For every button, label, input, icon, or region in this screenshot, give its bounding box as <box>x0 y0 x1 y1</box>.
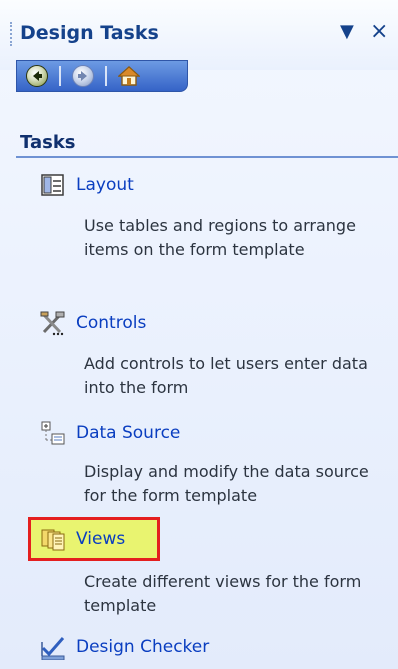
task-layout[interactable]: Layout <box>40 172 134 198</box>
back-button[interactable] <box>25 64 49 88</box>
layout-icon <box>40 172 66 198</box>
task-layout-description: Use tables and regions to arrange items … <box>84 216 356 259</box>
task-controls-label: Controls <box>76 313 147 333</box>
forward-arrow-icon <box>72 65 94 87</box>
data-source-icon <box>40 420 66 446</box>
back-arrow-icon <box>26 65 48 87</box>
home-icon <box>118 66 140 86</box>
task-data-source-label: Data Source <box>76 423 181 443</box>
task-data-source-description: Display and modify the data source for t… <box>84 462 369 505</box>
forward-button[interactable] <box>71 64 95 88</box>
design-checker-icon <box>40 634 66 661</box>
nav-separator <box>59 66 61 86</box>
views-icon <box>40 526 66 552</box>
task-controls-description: Add controls to let users enter data int… <box>84 354 368 397</box>
task-design-checker[interactable]: Design Checker <box>40 634 210 661</box>
task-views-label: Views <box>76 529 126 549</box>
task-controls[interactable]: Controls <box>40 310 146 336</box>
pane-options-dropdown-icon[interactable]: ▼ <box>340 20 354 44</box>
home-button[interactable] <box>117 64 141 88</box>
pane-grip-handle[interactable] <box>10 22 16 46</box>
task-data-source[interactable]: Data Source <box>40 420 180 446</box>
tasks-section-title: Tasks <box>20 132 76 153</box>
nav-separator <box>105 66 107 86</box>
pane-navigation-bar <box>16 60 188 92</box>
pane-title: Design Tasks <box>20 22 159 44</box>
task-views[interactable]: Views <box>40 526 125 552</box>
task-design-checker-label: Design Checker <box>76 637 210 657</box>
task-views-description: Create different views for the form temp… <box>84 572 362 615</box>
design-tasks-pane: Design Tasks ▼ × Tasks Layout Use tables… <box>0 0 398 669</box>
pane-close-icon[interactable]: × <box>370 20 388 44</box>
controls-icon <box>40 310 66 336</box>
task-layout-label: Layout <box>76 175 134 195</box>
section-divider <box>16 156 398 158</box>
